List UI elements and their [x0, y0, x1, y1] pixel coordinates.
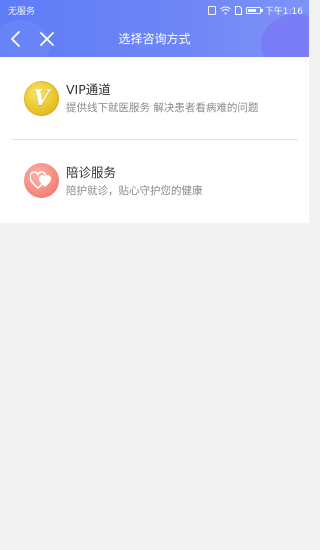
option-title: 陪诊服务	[66, 165, 117, 180]
page-title: 选择咨询方式	[118, 32, 191, 46]
vip-icon: V	[24, 81, 59, 116]
vibrate-icon	[207, 6, 216, 15]
status-icons: 下午1:16	[207, 4, 303, 17]
app-header: 无服务 下午1:16 选择咨询方式	[0, 0, 309, 57]
status-bar: 无服务 下午1:16	[0, 0, 309, 20]
option-vip[interactable]: V VIP通道 提供线下就医服务 解决患者看病难的问题	[0, 57, 309, 137]
wifi-icon	[219, 6, 231, 15]
clock-text: 下午1:16	[264, 7, 303, 17]
battery-icon	[245, 7, 263, 14]
consult-options: V VIP通道 提供线下就医服务 解决患者看病难的问题 陪诊服务 陪护就诊，贴心…	[0, 57, 309, 223]
carrier-text: 无服务	[8, 7, 36, 17]
option-escort[interactable]: 陪诊服务 陪护就诊，贴心守护您的健康	[0, 140, 309, 220]
option-description: 提供线下就医服务 解决患者看病难的问题	[66, 102, 259, 114]
option-title: VIP通道	[66, 82, 111, 97]
sim-icon	[234, 6, 242, 15]
option-description: 陪护就诊，贴心守护您的健康	[66, 185, 203, 197]
hearts-icon	[24, 163, 59, 198]
nav-bar: 选择咨询方式	[0, 20, 309, 57]
